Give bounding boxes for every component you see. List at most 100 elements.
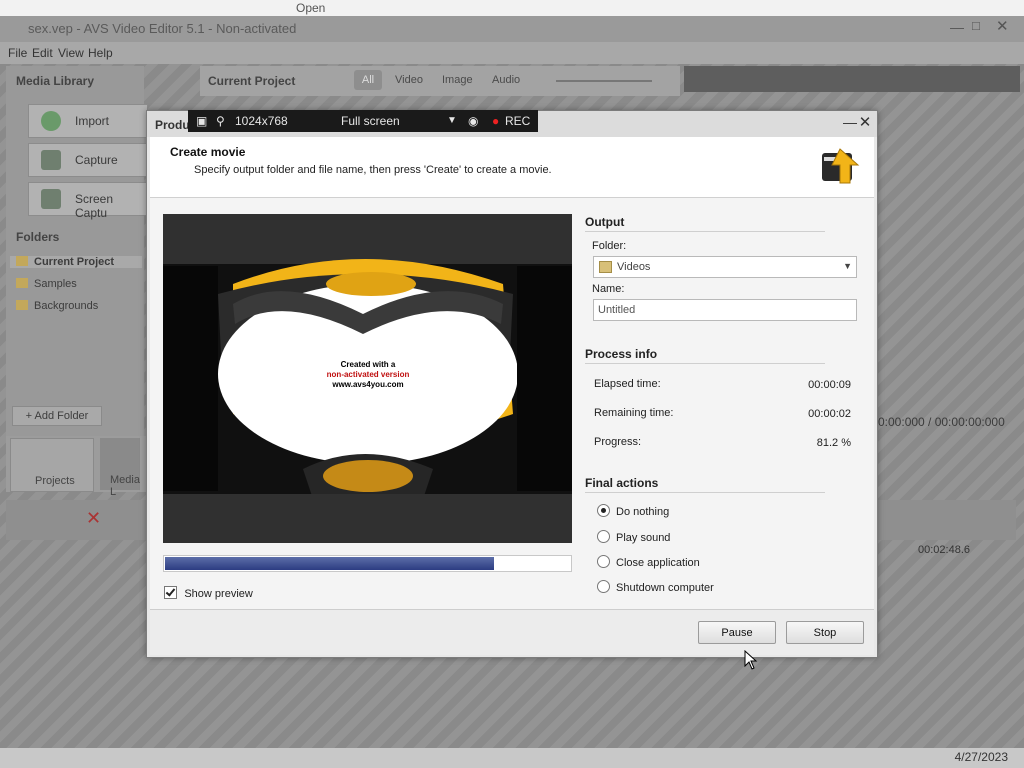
- record-dot-icon[interactable]: ●: [492, 114, 499, 128]
- process-info-divider: [585, 363, 825, 364]
- show-preview-checkbox[interactable]: Show preview: [164, 586, 253, 600]
- output-divider: [585, 231, 825, 232]
- stop-button[interactable]: Stop: [786, 621, 864, 644]
- create-movie-icon: [822, 148, 860, 184]
- dialog-close-icon[interactable]: ✕: [858, 115, 872, 131]
- radio-label: Play sound: [616, 532, 671, 544]
- final-actions-divider: [585, 492, 825, 493]
- filter-all[interactable]: All: [354, 70, 382, 90]
- radio-icon: [597, 580, 610, 593]
- radio-do-nothing[interactable]: Do nothing: [597, 504, 669, 518]
- menu-help[interactable]: Help: [88, 46, 113, 60]
- browser-tab-strip: Open: [0, 0, 1024, 16]
- zoom-slider[interactable]: [556, 80, 652, 82]
- dialog-subtitle: Specify output folder and file name, the…: [194, 164, 552, 176]
- recorder-mode[interactable]: Full screen: [341, 114, 400, 128]
- folder-icon: [16, 300, 28, 310]
- watermark-line: Created with a: [340, 360, 396, 369]
- dialog-minimize-icon[interactable]: —: [843, 115, 857, 131]
- screen-capture-icon: [41, 189, 61, 209]
- player-preview-area: [684, 66, 1020, 92]
- folder-icon: [599, 261, 612, 273]
- name-input[interactable]: [593, 299, 857, 321]
- folder-select[interactable]: Videos ▼: [593, 256, 857, 278]
- recorder-rec-label[interactable]: REC: [505, 114, 530, 128]
- app-maximize-icon[interactable]: □: [972, 18, 980, 33]
- plus-icon: [41, 111, 61, 131]
- app-title: sex.vep - AVS Video Editor 5.1 - Non-act…: [28, 21, 297, 36]
- radio-label: Shutdown computer: [616, 582, 714, 594]
- dialog-header: Create movie Specify output folder and f…: [150, 137, 874, 198]
- dialog-title: Produ: [155, 118, 190, 132]
- tab-projects-label: Projects: [35, 475, 75, 487]
- filter-audio[interactable]: Audio: [492, 74, 520, 86]
- folder-backgrounds[interactable]: Backgrounds: [16, 300, 98, 312]
- radio-play-sound[interactable]: Play sound: [597, 530, 670, 544]
- output-section-title: Output: [585, 215, 625, 229]
- folders-title: Folders: [16, 230, 60, 244]
- current-project-header: Current Project All Video Image Audio: [200, 66, 680, 96]
- render-progress-fill: [165, 557, 494, 570]
- watermark-line: non-activated version: [326, 370, 410, 379]
- folder-select-value: Videos: [617, 261, 651, 273]
- menu-file[interactable]: File: [8, 46, 27, 60]
- preview-watermark: Created with a non-activated version www…: [293, 360, 443, 390]
- show-preview-label: Show preview: [184, 588, 253, 600]
- produce-dialog: Produ — ✕ Create movie Specify output fo…: [146, 110, 878, 658]
- mouse-cursor-icon: [744, 650, 758, 670]
- folder-label: Folder:: [592, 240, 627, 252]
- import-label: Import: [75, 114, 110, 128]
- dialog-body: Created with a non-activated version www…: [150, 198, 874, 609]
- camera-icon[interactable]: ◉: [468, 114, 478, 128]
- progress-label: Progress:: [594, 436, 642, 448]
- tab-media-library[interactable]: Media L: [100, 438, 140, 498]
- browser-tab-title[interactable]: Open: [296, 1, 325, 15]
- app-menubar: File Edit View Help: [0, 42, 1024, 64]
- dialog-footer: Pause Stop: [150, 609, 874, 655]
- pause-button[interactable]: Pause: [698, 621, 776, 644]
- recorder-window-icon[interactable]: ▣: [196, 114, 207, 128]
- folder-current-project[interactable]: Current Project: [10, 256, 142, 268]
- taskbar: 4/27/2023: [0, 748, 1024, 768]
- process-info-section-title: Process info: [585, 347, 658, 361]
- final-actions-section-title: Final actions: [585, 476, 659, 490]
- filter-video[interactable]: Video: [395, 74, 423, 86]
- delete-icon[interactable]: ✕: [86, 508, 101, 529]
- screen-recorder-bar: ▣ ⚲ 1024x768 Full screen ▼ ◉ ● REC: [188, 110, 538, 132]
- dialog-heading: Create movie: [170, 145, 246, 159]
- remaining-time-value: 00:00:02: [808, 408, 851, 420]
- screen-capture-label: Screen Captu: [75, 192, 114, 220]
- video-preview: Created with a non-activated version www…: [163, 214, 572, 543]
- radio-label: Close application: [616, 557, 700, 569]
- chevron-down-icon[interactable]: ▼: [447, 115, 457, 126]
- render-progress-bar: [163, 555, 572, 572]
- app-minimize-icon[interactable]: —: [950, 19, 964, 35]
- import-button[interactable]: Import: [28, 104, 148, 138]
- folder-label: Backgrounds: [34, 300, 99, 312]
- recorder-resolution[interactable]: 1024x768: [235, 114, 288, 128]
- app-close-icon[interactable]: ✕: [996, 17, 1009, 35]
- capture-icon: [41, 150, 61, 170]
- folder-samples[interactable]: Samples: [16, 278, 77, 290]
- radio-close-application[interactable]: Close application: [597, 555, 700, 569]
- menu-view[interactable]: View: [58, 46, 84, 60]
- chevron-down-icon[interactable]: ▼: [843, 261, 852, 271]
- name-label: Name:: [592, 283, 625, 295]
- screen-capture-button[interactable]: Screen Captu: [28, 182, 148, 220]
- folder-label: Current Project: [34, 256, 115, 268]
- radio-icon: [597, 504, 610, 517]
- tab-media-library-label: Media L: [110, 474, 140, 498]
- menu-edit[interactable]: Edit: [32, 46, 53, 60]
- elapsed-time-label: Elapsed time:: [594, 378, 661, 390]
- filter-image[interactable]: Image: [442, 74, 473, 86]
- radio-shutdown-computer[interactable]: Shutdown computer: [597, 580, 714, 594]
- tab-projects[interactable]: Projects: [10, 438, 94, 492]
- player-time-readout: 0:00:000 / 00:00:00:000: [878, 415, 1005, 429]
- capture-button[interactable]: Capture: [28, 143, 148, 177]
- recorder-zoom-icon[interactable]: ⚲: [216, 114, 225, 128]
- timeline-time: 00:02:48.6: [918, 544, 970, 556]
- checkbox-icon: [164, 586, 177, 599]
- media-library-title: Media Library: [16, 74, 95, 88]
- add-folder-button[interactable]: + Add Folder: [12, 406, 102, 426]
- folder-icon: [16, 256, 28, 266]
